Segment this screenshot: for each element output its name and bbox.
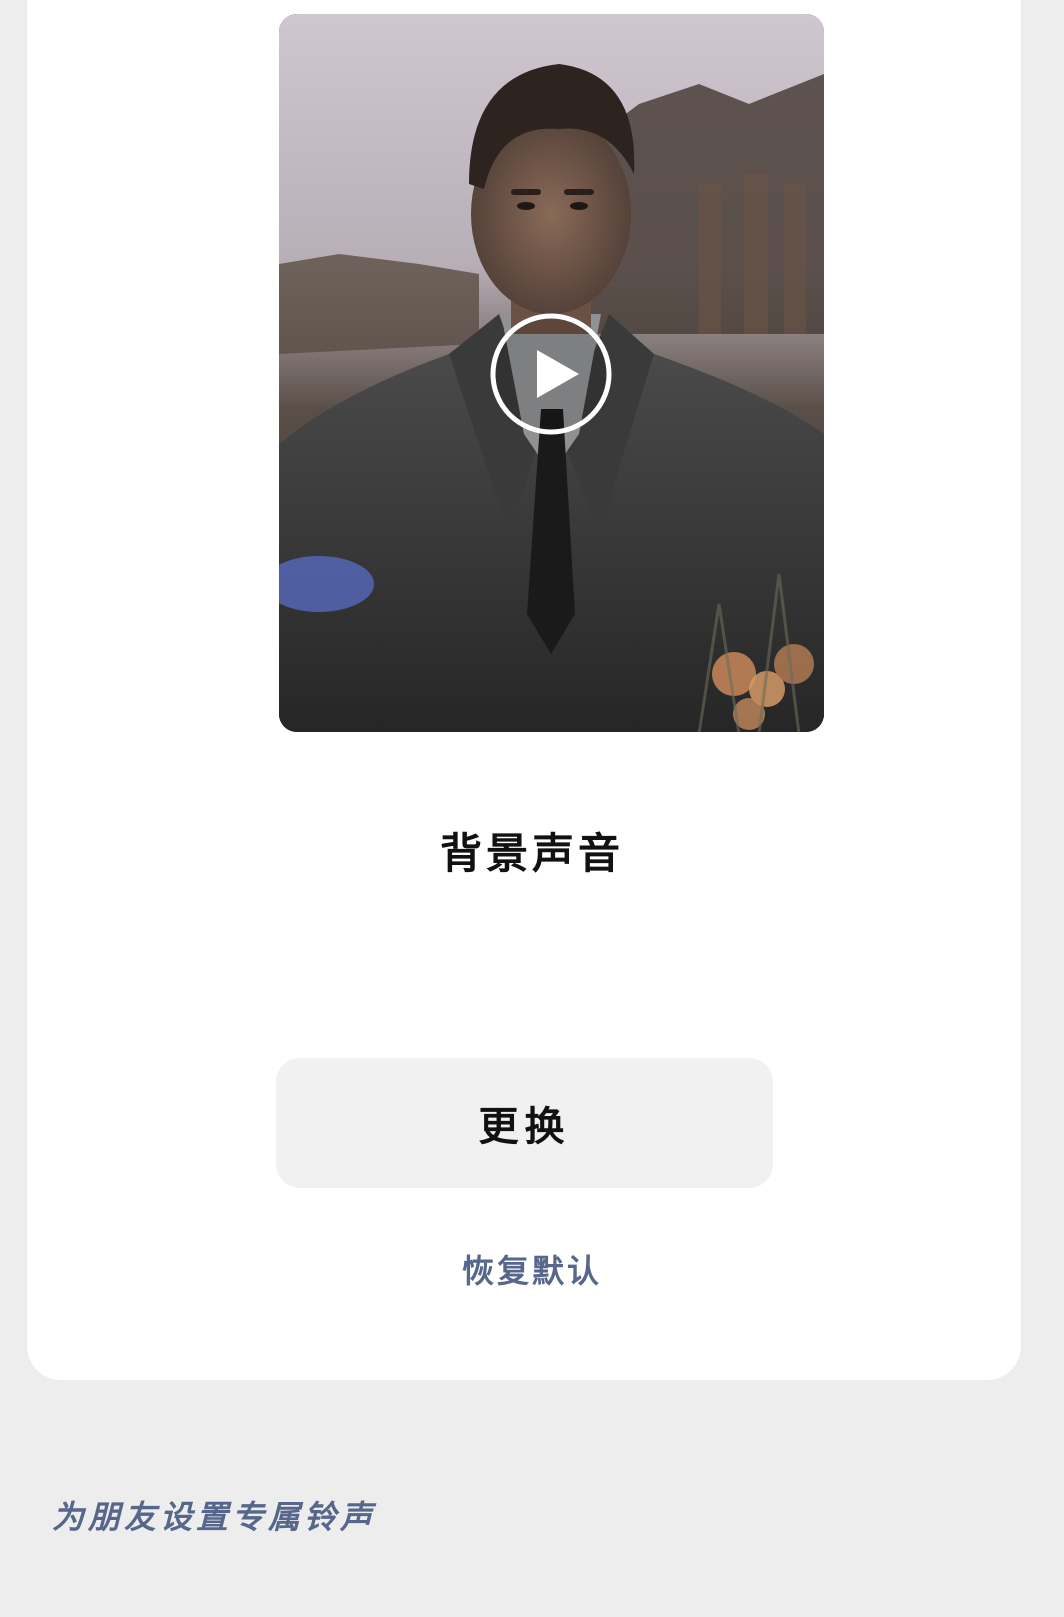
- replace-button[interactable]: 更换: [276, 1058, 773, 1188]
- restore-default-link[interactable]: 恢复默认: [0, 1246, 1064, 1292]
- play-circle-icon[interactable]: [489, 312, 613, 436]
- video-preview[interactable]: [279, 14, 824, 732]
- friends-ringtone-section-label: 为朋友设置专属铃声: [52, 1498, 377, 1536]
- page-title: 背景声音: [439, 829, 624, 878]
